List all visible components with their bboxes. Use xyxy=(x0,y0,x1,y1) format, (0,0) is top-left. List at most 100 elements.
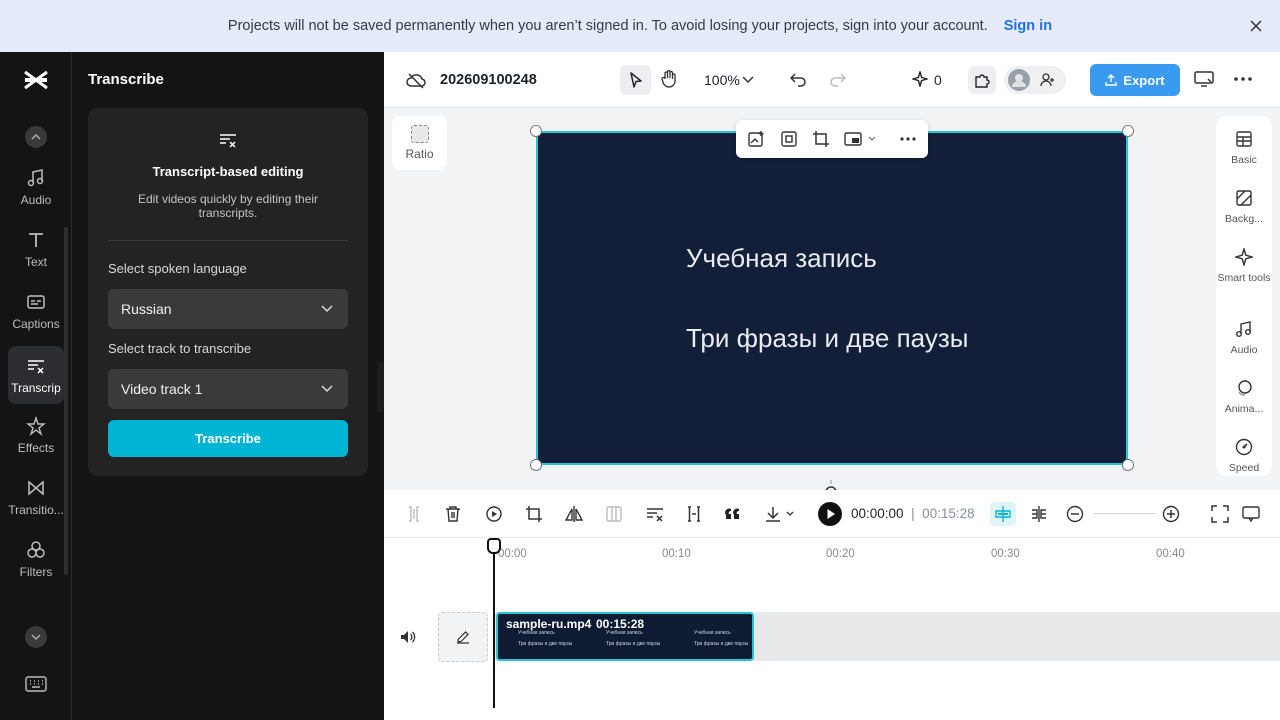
close-icon[interactable] xyxy=(1246,16,1266,36)
zoom-slider[interactable] xyxy=(1094,513,1156,514)
speed-label: Speed xyxy=(1228,462,1260,474)
scroll-down-button[interactable] xyxy=(25,626,47,648)
basic-button[interactable]: Basic xyxy=(1216,130,1272,166)
video-preview[interactable]: Учебная запись Три фразы и две паузы xyxy=(536,131,1128,465)
upload-icon xyxy=(1105,74,1118,86)
crop-icon[interactable] xyxy=(525,505,543,523)
resize-handle[interactable] xyxy=(1122,459,1134,471)
timeline-toolbar: 00:00:00 | 00:15:28 xyxy=(384,490,1280,538)
replace-image-icon[interactable] xyxy=(748,130,766,148)
rail-item-filters[interactable]: Filters xyxy=(8,530,64,588)
zoom-select[interactable]: 100% xyxy=(704,72,740,88)
clip-name: sample-ru.mp4 xyxy=(506,617,592,631)
zoom-out-icon[interactable] xyxy=(1066,505,1084,523)
transcript-icon[interactable] xyxy=(645,505,665,523)
total-time: 00:15:28 xyxy=(922,506,975,521)
transcript-icon xyxy=(218,130,238,150)
language-select[interactable]: Russian xyxy=(108,289,348,329)
language-label: Select spoken language xyxy=(108,261,247,276)
export-label: Export xyxy=(1123,72,1165,88)
volume-icon[interactable] xyxy=(400,630,416,644)
smart-tools-button[interactable]: Smart tools xyxy=(1216,248,1272,284)
sparkle-icon[interactable] xyxy=(912,71,928,87)
rail-item-audio[interactable]: Audio xyxy=(8,158,64,216)
rail-scrollbar[interactable] xyxy=(64,227,68,575)
download-icon[interactable] xyxy=(764,505,794,523)
crop-icon[interactable] xyxy=(812,130,830,148)
quote-icon[interactable] xyxy=(724,506,742,522)
sign-in-link[interactable]: Sign in xyxy=(1004,18,1052,34)
transcribe-button[interactable]: Transcribe xyxy=(108,420,348,457)
rail-item-effects[interactable]: Effects xyxy=(8,406,64,464)
background-button[interactable]: Backg... xyxy=(1216,189,1272,225)
plugin-button[interactable] xyxy=(968,66,996,94)
picture-in-picture-icon[interactable] xyxy=(844,130,862,148)
smart-tools-label: Smart tools xyxy=(1217,272,1271,284)
delete-icon[interactable] xyxy=(445,505,461,523)
more-icon[interactable] xyxy=(1234,77,1252,81)
music-note-icon xyxy=(27,168,44,186)
resize-handle[interactable] xyxy=(1122,125,1134,137)
rail-item-label: Text xyxy=(24,254,47,269)
export-button[interactable]: Export xyxy=(1090,64,1180,96)
playhead[interactable] xyxy=(487,538,501,708)
speed-button[interactable]: Speed xyxy=(1216,438,1272,474)
playhead-handle[interactable] xyxy=(487,538,501,554)
ratio-button[interactable]: Ratio xyxy=(392,116,447,170)
cloud-off-icon[interactable] xyxy=(406,72,426,90)
chevron-down-icon xyxy=(321,385,333,393)
scroll-up-button[interactable] xyxy=(25,126,47,148)
animation-button[interactable]: Anima... xyxy=(1216,379,1272,415)
edit-cover-button[interactable] xyxy=(438,612,488,662)
play-button[interactable] xyxy=(818,502,842,526)
transition-icon xyxy=(28,479,44,496)
loop-icon[interactable] xyxy=(485,505,503,523)
rail-item-transcript[interactable]: Transcrip xyxy=(8,346,64,404)
rail-item-label: Transcrip xyxy=(11,380,61,395)
chevron-down-icon[interactable] xyxy=(742,76,754,84)
properties-panel: Basic Backg... Smart tools Audio Anima..… xyxy=(1216,116,1272,476)
smart-tools-icon xyxy=(1235,248,1253,266)
transcript-icon xyxy=(28,359,44,374)
video-clip[interactable]: sample-ru.mp4 00:15:28 Учебная запись Тр… xyxy=(496,612,754,661)
rail-item-label: Effects xyxy=(17,440,55,455)
rail-item-transitions[interactable]: Transitio... xyxy=(8,468,64,526)
split-disabled-icon[interactable] xyxy=(406,505,422,523)
fit-icon[interactable] xyxy=(1211,505,1229,523)
current-time: 00:00:00 xyxy=(851,506,904,521)
present-icon[interactable] xyxy=(1194,70,1214,88)
smart-frame-icon[interactable] xyxy=(780,130,798,148)
text-icon xyxy=(29,232,43,247)
zoom-in-icon[interactable] xyxy=(1162,505,1180,523)
freeze-disabled-icon[interactable] xyxy=(605,505,623,523)
clip-thumb-text: Три фразы и две паузы xyxy=(518,641,573,647)
auto-reframe-icon[interactable] xyxy=(685,505,703,523)
keyboard-icon[interactable] xyxy=(25,676,47,692)
rail-item-text[interactable]: Text xyxy=(8,220,64,278)
comment-icon[interactable] xyxy=(1242,505,1260,523)
resize-handle[interactable] xyxy=(530,459,542,471)
project-name[interactable]: 202609100248 xyxy=(440,72,537,88)
rail-item-captions[interactable]: Captions xyxy=(8,282,64,340)
add-user-icon xyxy=(1040,73,1054,87)
track-select[interactable]: Video track 1 xyxy=(108,369,348,409)
magnet-icon xyxy=(995,506,1011,522)
redo-icon[interactable] xyxy=(830,71,846,87)
time-tick: 00:30 xyxy=(991,548,1020,560)
flip-icon[interactable] xyxy=(565,505,583,523)
filters-icon xyxy=(27,540,45,558)
more-icon[interactable] xyxy=(900,137,916,141)
audio-button[interactable]: Audio xyxy=(1216,320,1272,356)
avatar xyxy=(1008,69,1030,91)
collaborators[interactable] xyxy=(1004,66,1066,94)
snap-toggle[interactable] xyxy=(990,502,1016,526)
hand-tool-icon[interactable] xyxy=(660,69,678,89)
chevron-down-icon[interactable] xyxy=(868,136,876,142)
undo-icon[interactable] xyxy=(790,71,806,87)
time-tick: 00:20 xyxy=(826,548,855,560)
card-title: Transcript-based editing xyxy=(152,164,304,179)
link-track-icon[interactable] xyxy=(1030,505,1048,523)
resize-handle[interactable] xyxy=(530,125,542,137)
capcut-logo-icon[interactable] xyxy=(22,68,50,92)
select-tool-button[interactable] xyxy=(620,65,651,95)
